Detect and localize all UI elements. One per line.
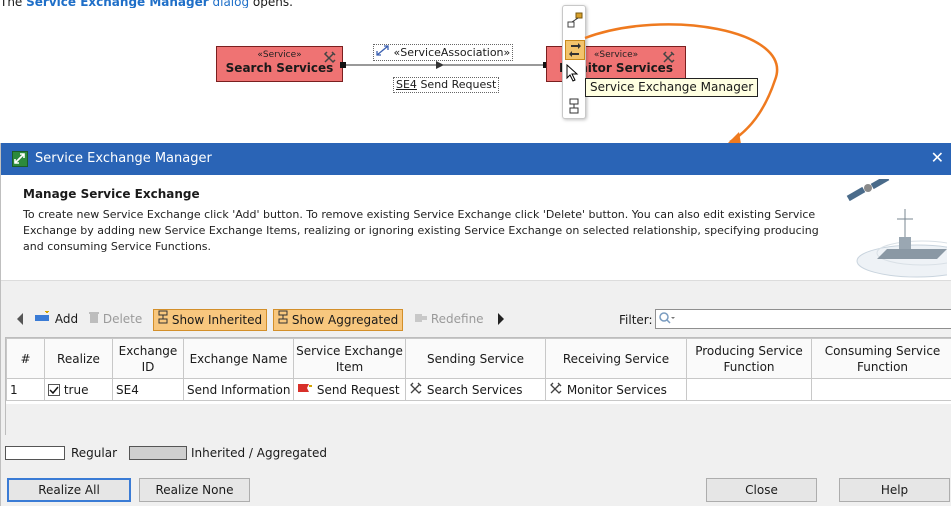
doc-link-dialog[interactable]: dialog (209, 0, 249, 8)
dialog-header: Manage Service Exchange To create new Se… (1, 174, 951, 282)
realize-none-button[interactable]: Realize None (139, 478, 250, 502)
exchange-table-container: # Realize Exchange ID Exchange Name Serv… (5, 337, 951, 435)
column-header-receiving-service[interactable]: Receiving Service (545, 338, 687, 379)
checkmark-icon (49, 386, 59, 394)
filter-label: Filter: (619, 313, 653, 327)
flag-icon (297, 383, 317, 397)
cell-sending-service[interactable]: Search Services (405, 378, 546, 401)
cell-receiving-service[interactable]: Monitor Services (545, 378, 687, 401)
association-icon (376, 45, 394, 59)
column-header-producing-function[interactable]: Producing Service Function (686, 338, 812, 379)
cell-num: 1 (6, 378, 45, 401)
dialog-app-icon (12, 151, 28, 170)
show-aggregated-toggle[interactable]: Show Aggregated (273, 309, 404, 331)
dialog-titlebar: Service Exchange Manager ✕ (1, 143, 951, 175)
add-button[interactable]: Add (31, 309, 82, 331)
doc-link-dialog-name[interactable]: Service Exchange Manager (26, 0, 209, 8)
service-tool-icon (409, 382, 427, 397)
service-tool-icon (549, 382, 567, 397)
cell-realize[interactable]: true (44, 378, 113, 401)
column-header-exchange-id[interactable]: Exchange ID (112, 338, 184, 379)
legend-regular-swatch (5, 446, 65, 460)
cell-consuming-function[interactable] (811, 378, 951, 401)
search-icon (659, 312, 675, 329)
satellite-ship-illustration (837, 174, 951, 282)
scroll-left-icon[interactable] (17, 313, 23, 328)
header-description: To create new Service Exchange click 'Ad… (23, 208, 819, 253)
show-inherited-toggle[interactable]: Show Inherited (153, 309, 268, 331)
exchange-table: # Realize Exchange ID Exchange Name Serv… (6, 338, 951, 401)
cell-producing-function[interactable] (686, 378, 812, 401)
filter-input[interactable] (655, 309, 951, 329)
service-tool-icon (322, 49, 338, 68)
cell-exchange-item[interactable]: Send Request (293, 378, 406, 401)
realize-all-button[interactable]: Realize All (7, 478, 131, 502)
trash-icon (89, 312, 103, 326)
column-header-exchange-item[interactable]: Service Exchange Item (293, 338, 406, 379)
redefine-icon (415, 312, 431, 326)
close-icon[interactable]: ✕ (931, 149, 944, 167)
service-exchange-manager-dialog: Service Exchange Manager ✕ Manage Servic… (0, 143, 951, 506)
doc-caption: The Service Exchange Manager dialog open… (0, 0, 400, 8)
realize-checkbox[interactable] (48, 383, 60, 396)
redefine-button[interactable]: Redefine (411, 309, 488, 331)
scroll-right-icon[interactable] (498, 313, 504, 328)
exchange-label: SE4 Send Request (393, 77, 500, 93)
close-button[interactable]: Close (706, 478, 817, 502)
hierarchy-icon (158, 310, 172, 327)
hierarchy-icon (278, 310, 292, 327)
dialog-title: Service Exchange Manager (35, 151, 212, 166)
header-title: Manage Service Exchange (23, 187, 200, 201)
association-label: «ServiceAssociation» (373, 44, 514, 61)
legend-inherited-label: Inherited / Aggregated (191, 446, 327, 460)
table-row[interactable]: 1 true SE4 Send Information Send Request (6, 378, 951, 401)
column-header-sending-service[interactable]: Sending Service (405, 338, 546, 379)
cell-exchange-id[interactable]: SE4 (112, 378, 184, 401)
column-header-num[interactable]: # (6, 338, 45, 379)
legend-inherited-swatch (129, 446, 187, 460)
cell-exchange-name[interactable]: Send Information (183, 378, 294, 401)
column-header-exchange-name[interactable]: Exchange Name (183, 338, 294, 379)
legend-regular-label: Regular (71, 446, 118, 460)
table-empty-area (6, 404, 951, 435)
column-header-realize[interactable]: Realize (44, 338, 113, 379)
delete-button[interactable]: Delete (85, 309, 146, 331)
service-node-search[interactable]: «Service» Search Services (216, 46, 343, 82)
table-header-row: # Realize Exchange ID Exchange Name Serv… (6, 338, 951, 379)
table-toolbar: Add Delete Show Inherited Show Aggregate… (1, 307, 951, 333)
help-button[interactable]: Help (839, 478, 950, 502)
callout-arrow (584, 23, 779, 150)
add-icon (35, 309, 55, 326)
column-header-consuming-function[interactable]: Consuming Service Function (811, 338, 951, 379)
